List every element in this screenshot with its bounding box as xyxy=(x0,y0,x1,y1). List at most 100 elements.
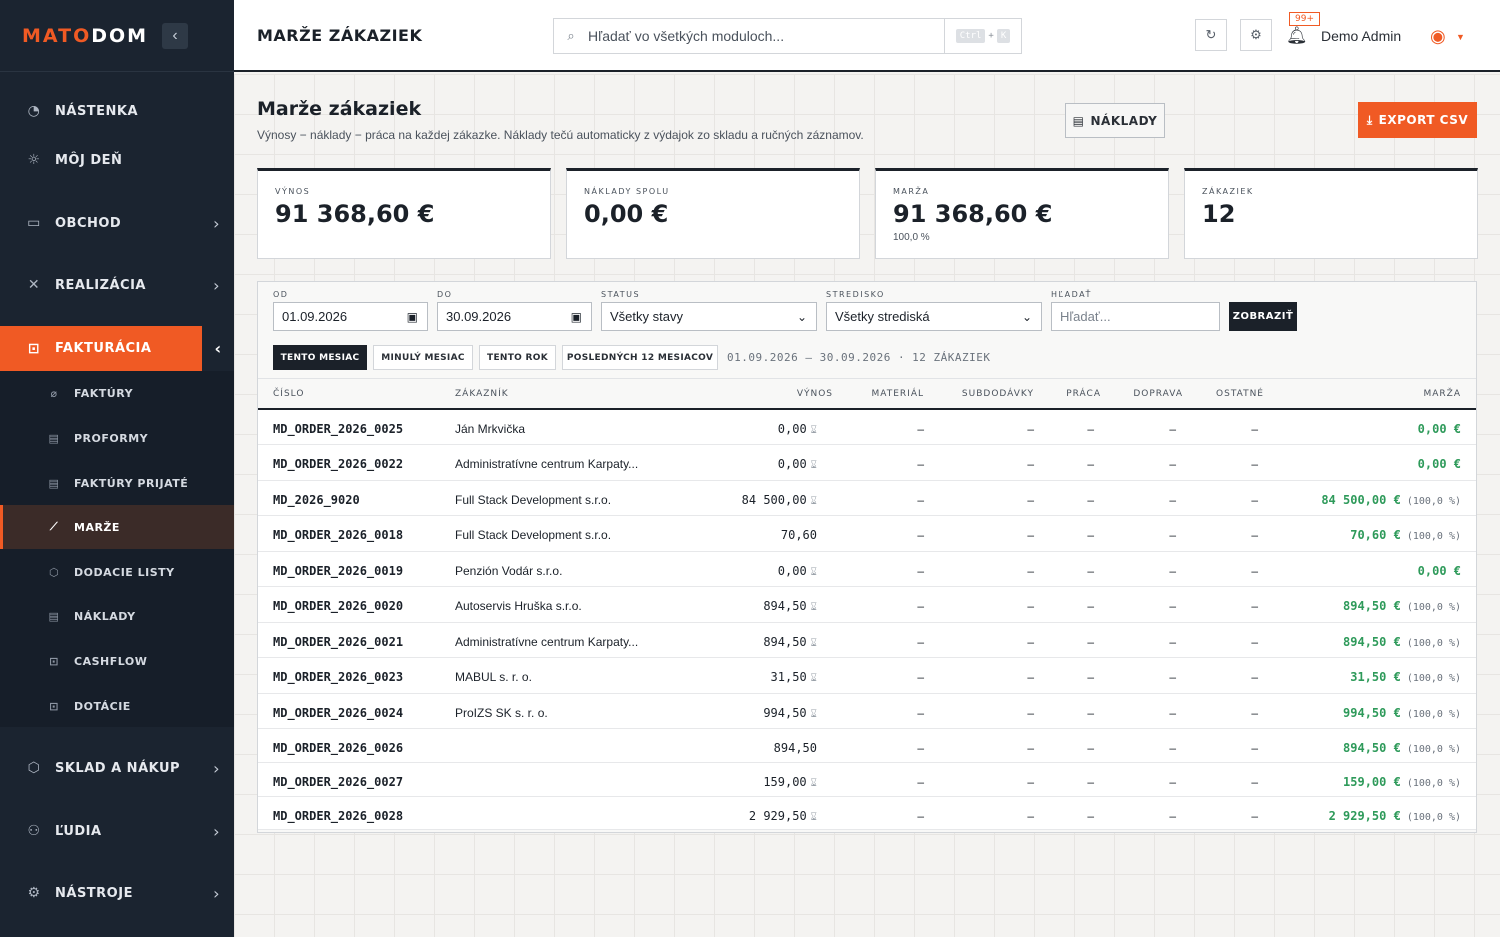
preset-this-year[interactable]: TENTO ROK xyxy=(479,345,556,370)
customer-name: Full Stack Development s.r.o. xyxy=(455,528,612,542)
show-button[interactable]: ZOBRAZIŤ xyxy=(1229,302,1297,331)
table-row[interactable]: MD_ORDER_2026_0024 ProIZS SK s. r. o. 994,… xyxy=(258,694,1476,729)
sidebar-item-tools[interactable]: ⚙ NÁSTROJE › xyxy=(0,871,234,915)
column-header-labor[interactable]: PRÁCA xyxy=(1066,389,1101,399)
sidebar-item-warehouse[interactable]: ⬡ SKLAD A NÁKUP › xyxy=(0,746,234,790)
preset-this-month[interactable]: TENTO MESIAC xyxy=(273,345,367,370)
customer-name: Full Stack Development s.r.o. xyxy=(455,493,612,507)
labor-cell: – xyxy=(1087,599,1094,613)
order-number-link[interactable]: MD_ORDER_2026_0028 xyxy=(273,809,403,823)
column-header-material[interactable]: MATERIÁL xyxy=(872,389,925,399)
submenu-item-margins[interactable]: ⟋ MARŽE xyxy=(0,505,234,549)
chevron-left-icon[interactable]: ‹ xyxy=(202,326,234,371)
sidebar-item-my-day[interactable]: ☼ MÔJ DEŇ xyxy=(0,139,234,181)
order-number-link[interactable]: MD_ORDER_2026_0020 xyxy=(273,599,403,613)
kpi-label: NÁKLADY SPOLU xyxy=(584,187,670,196)
bell-icon[interactable]: 🔔︎ xyxy=(1286,26,1308,46)
labor-cell: – xyxy=(1087,809,1094,823)
logo-bar: MATODOM ‹ xyxy=(0,0,234,72)
export-csv-button[interactable]: ⤓ EXPORT CSV xyxy=(1358,102,1477,138)
logo[interactable]: MATODOM xyxy=(22,25,148,47)
order-number-link[interactable]: MD_ORDER_2026_0023 xyxy=(273,670,403,684)
subcontract-cell: – xyxy=(1027,528,1034,542)
order-number-link[interactable]: MD_ORDER_2026_0018 xyxy=(273,528,403,542)
table-row[interactable]: MD_ORDER_2026_0023 MABUL s. r. o. 31,50 ⌛︎ –… xyxy=(258,658,1476,694)
material-cell: – xyxy=(917,741,924,755)
column-header-transport[interactable]: DOPRAVA xyxy=(1133,389,1183,399)
order-number-link[interactable]: MD_ORDER_2026_0025 xyxy=(273,422,403,436)
order-number-link[interactable]: MD_2026_9020 xyxy=(273,493,360,507)
table-row[interactable]: MD_ORDER_2026_0028 2 929,50 ⌛︎ – – – – – 2 929,5… xyxy=(258,797,1476,830)
debug-button[interactable]: ⚙ xyxy=(1240,19,1272,51)
material-cell: – xyxy=(917,775,924,789)
column-header-customer[interactable]: ZÁKAZNÍK xyxy=(455,389,509,399)
filter-search-input[interactable]: Hľadať... xyxy=(1051,302,1220,331)
from-date-input[interactable]: 01.09.2026 ▣ xyxy=(273,302,428,331)
sidebar-item-people[interactable]: ⚇ ĽUDIA › xyxy=(0,809,234,853)
sidebar-item-dashboard[interactable]: ◔ NÁSTENKA xyxy=(0,90,234,132)
sidebar-item-label: ĽUDIA xyxy=(55,823,102,839)
global-search-input[interactable] xyxy=(588,28,943,44)
other-cell: – xyxy=(1251,741,1258,755)
center-select[interactable]: Všetky strediská ⌄ xyxy=(826,302,1042,331)
order-number-link[interactable]: MD_ORDER_2026_0027 xyxy=(273,775,403,789)
costs-button[interactable]: ▤ NÁKLADY xyxy=(1065,103,1165,138)
collapse-sidebar-button[interactable]: ‹ xyxy=(162,22,189,49)
submenu-item-proforma[interactable]: ▤ PROFORMY xyxy=(0,416,234,460)
table-row[interactable]: MD_2026_9020 Full Stack Development s.r.o… xyxy=(258,481,1476,516)
submenu-item-invoices[interactable]: ⌀ FAKTÚRY xyxy=(0,371,234,415)
sidebar-item-label: REALIZÁCIA xyxy=(55,277,146,293)
hourglass-icon: ⌛︎ xyxy=(810,778,817,789)
order-number-link[interactable]: MD_ORDER_2026_0022 xyxy=(273,457,403,471)
table-row[interactable]: MD_ORDER_2026_0026 894,50 – – – – – 894,50 € (10… xyxy=(258,729,1476,763)
table-row[interactable]: MD_ORDER_2026_0018 Full Stack Development… xyxy=(258,516,1476,552)
calendar-icon[interactable]: ▣ xyxy=(571,310,582,324)
column-header-margin[interactable]: MARŽA xyxy=(1424,389,1462,399)
submenu-item-subsidies[interactable]: ⊡ DOTÁCIE xyxy=(0,684,234,728)
status-label: STATUS xyxy=(601,290,641,299)
column-header-subcontracts[interactable]: SUBDODÁVKY xyxy=(962,389,1034,399)
sidebar: MATODOM ‹ ◔ NÁSTENKA ☼ MÔJ DEŇ ▭ OBCHOD … xyxy=(0,0,234,937)
column-header-other[interactable]: OSTATNÉ xyxy=(1216,389,1264,399)
margin-value: 31,50 € xyxy=(1350,670,1401,684)
table-row[interactable]: MD_ORDER_2026_0020 Autoservis Hruška s.r.… xyxy=(258,587,1476,623)
status-select[interactable]: Všetky stavy ⌄ xyxy=(601,302,817,331)
order-number-link[interactable]: MD_ORDER_2026_0019 xyxy=(273,564,403,578)
submenu-item-cashflow[interactable]: ⊡ CASHFLOW xyxy=(0,639,234,683)
order-number-link[interactable]: MD_ORDER_2026_0026 xyxy=(273,741,403,755)
order-number-link[interactable]: MD_ORDER_2026_0024 xyxy=(273,706,403,720)
labor-cell: – xyxy=(1087,528,1094,542)
transport-cell: – xyxy=(1169,493,1176,507)
gear-icon: ⚙ xyxy=(27,885,41,901)
calendar-icon[interactable]: ▣ xyxy=(407,310,418,324)
hourglass-icon: ⌛︎ xyxy=(810,567,817,578)
table-row[interactable]: MD_ORDER_2026_0019 Penzión Vodár s.r.o. 0,… xyxy=(258,552,1476,587)
submenu-item-delivery-notes[interactable]: ⬡ DODACIE LISTY xyxy=(0,550,234,594)
caret-down-icon[interactable]: ▼ xyxy=(1456,32,1465,42)
column-header-number[interactable]: ČÍSLO xyxy=(273,389,304,399)
preset-last-12-months[interactable]: POSLEDNÝCH 12 MESIACOV xyxy=(562,345,718,370)
table-row[interactable]: MD_ORDER_2026_0025 Ján Mrkvička 0,00 ⌛︎ – – – –… xyxy=(258,410,1476,445)
user-name[interactable]: Demo Admin xyxy=(1321,28,1401,44)
table-row[interactable]: MD_ORDER_2026_0021 Administratívne centru… xyxy=(258,623,1476,658)
subcontract-cell: – xyxy=(1027,775,1034,789)
sidebar-item-sales[interactable]: ▭ OBCHOD › xyxy=(0,201,234,245)
sidebar-item-invoicing[interactable]: ⊡ FAKTURÁCIA ‹ xyxy=(0,326,234,371)
column-header-revenue[interactable]: VÝNOS xyxy=(797,389,833,399)
revenue-value: 0,00 xyxy=(777,422,807,436)
chevron-down-icon: ⌄ xyxy=(1021,309,1032,324)
order-number-link[interactable]: MD_ORDER_2026_0021 xyxy=(273,635,403,649)
transport-cell: – xyxy=(1169,775,1176,789)
sidebar-item-realization[interactable]: ✕ REALIZÁCIA › xyxy=(0,263,234,307)
keyboard-shortcut-hint: Ctrl + K xyxy=(944,19,1021,53)
table-row[interactable]: MD_ORDER_2026_0027 159,00 ⌛︎ – – – – – 159,00 € (… xyxy=(258,763,1476,797)
other-cell: – xyxy=(1251,809,1258,823)
sidebar-item-label: NÁSTROJE xyxy=(55,885,133,901)
user-avatar-icon[interactable]: ◉ xyxy=(1430,26,1446,47)
submenu-item-costs[interactable]: ▤ NÁKLADY xyxy=(0,594,234,638)
submenu-item-received-invoices[interactable]: ▤ FAKTÚRY PRIJATÉ xyxy=(0,461,234,505)
to-date-input[interactable]: 30.09.2026 ▣ xyxy=(437,302,592,331)
refresh-button[interactable]: ↻ xyxy=(1195,19,1227,51)
preset-last-month[interactable]: MINULÝ MESIAC xyxy=(373,345,473,370)
table-row[interactable]: MD_ORDER_2026_0022 Administratívne centru… xyxy=(258,445,1476,481)
